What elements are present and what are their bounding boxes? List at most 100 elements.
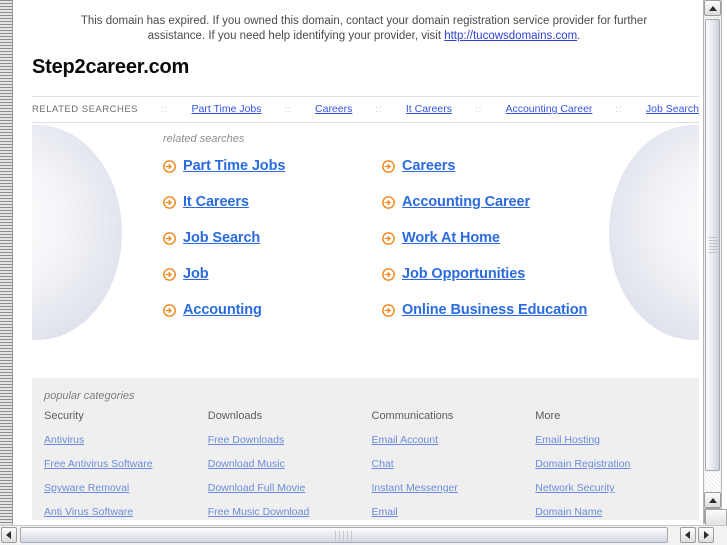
nav-link-it-careers[interactable]: It Careers	[406, 103, 452, 115]
list-item: Instant Messenger	[372, 478, 536, 496]
arrow-circle-right-icon	[382, 159, 395, 173]
related-searches-heading: related searches	[163, 133, 245, 145]
related-searches-nav: RELATED SEARCHES :: Part Time Jobs :: Ca…	[32, 96, 699, 123]
vertical-scrollbar-thumb[interactable]	[705, 19, 720, 471]
category-link[interactable]: Antivirus	[44, 434, 84, 446]
category-link[interactable]: Instant Messenger	[372, 482, 458, 494]
related-search-link[interactable]: Work At Home	[402, 230, 500, 246]
scrollbar-corner-tab	[705, 509, 727, 526]
list-item: Email Account	[372, 430, 536, 448]
scroll-right-button[interactable]	[698, 527, 714, 543]
scroll-left-button[interactable]	[1, 527, 17, 543]
vertical-scrollbar-trough[interactable]	[705, 472, 720, 494]
related-search-link[interactable]: Part Time Jobs	[183, 158, 285, 174]
nav-link-careers[interactable]: Careers	[315, 103, 352, 115]
related-search-item[interactable]: Work At Home	[382, 230, 699, 246]
list-item: Antivirus	[44, 430, 208, 448]
popular-categories-columns: Security Antivirus Free Antivirus Softwa…	[32, 410, 699, 520]
related-search-link[interactable]: Job Opportunities	[402, 266, 525, 282]
category-link[interactable]: Domain Name	[535, 506, 602, 518]
list-item: Anti Virus Software	[44, 502, 208, 520]
scroll-up-arrow-icon	[708, 6, 717, 11]
related-search-item[interactable]: Job Opportunities	[382, 266, 699, 282]
nav-separator: ::	[475, 104, 483, 114]
expiry-notice-text-after: .	[577, 30, 581, 42]
decorative-orb-left	[32, 125, 122, 340]
list-item: Free Downloads	[208, 430, 372, 448]
category-column-title: Communications	[371, 410, 454, 422]
related-search-link[interactable]: It Careers	[183, 194, 249, 210]
list-item: Network Security	[535, 478, 699, 496]
category-link[interactable]: Download Music	[208, 458, 285, 470]
category-link[interactable]: Spyware Removal	[44, 482, 129, 494]
arrow-circle-right-icon	[163, 195, 176, 209]
nav-separator: ::	[375, 104, 383, 114]
category-column-downloads: Downloads Free Downloads Download Music …	[208, 410, 372, 520]
category-column-communications: Communications Email Account Chat Instan…	[372, 410, 536, 520]
related-search-link[interactable]: Accounting	[183, 302, 262, 318]
vertical-scrollbar[interactable]	[703, 0, 722, 524]
category-link[interactable]: Email	[372, 506, 398, 518]
category-link-list: Email Hosting Domain Registration Networ…	[535, 430, 699, 520]
arrow-circle-right-icon	[382, 267, 395, 281]
page-title: Step2career.com	[32, 56, 190, 78]
popular-categories-heading: popular categories	[44, 390, 135, 402]
category-link[interactable]: Network Security	[535, 482, 614, 494]
category-link-list: Free Downloads Download Music Download F…	[208, 430, 372, 520]
scroll-up-button[interactable]	[704, 0, 721, 16]
category-link[interactable]: Free Antivirus Software	[44, 458, 153, 470]
related-search-item[interactable]: Online Business Education	[382, 302, 699, 318]
related-searches-section: related searches Part Time Jobs Careers	[32, 123, 699, 348]
horizontal-scrollbar-thumb[interactable]	[20, 527, 668, 543]
related-search-link[interactable]: Online Business Education	[402, 302, 587, 318]
related-search-item[interactable]: It Careers	[163, 194, 382, 210]
scroll-up-button-secondary[interactable]	[704, 492, 721, 508]
scroll-up-arrow-icon	[708, 498, 717, 503]
list-item: Domain Name	[535, 502, 699, 520]
category-link-list: Email Account Chat Instant Messenger Ema…	[372, 430, 536, 520]
related-search-item[interactable]: Careers	[382, 158, 699, 174]
list-item: Free Antivirus Software	[44, 454, 208, 472]
nav-link-part-time-jobs[interactable]: Part Time Jobs	[192, 103, 262, 115]
related-search-link[interactable]: Accounting Career	[402, 194, 530, 210]
related-search-item[interactable]: Job Search	[163, 230, 382, 246]
arrow-circle-right-icon	[382, 303, 395, 317]
category-link[interactable]: Free Music Download	[208, 506, 310, 518]
category-link-list: Antivirus Free Antivirus Software Spywar…	[44, 430, 208, 520]
nav-separator: ::	[284, 104, 292, 114]
arrow-circle-right-icon	[163, 267, 176, 281]
category-link[interactable]: Domain Registration	[535, 458, 630, 470]
scroll-left-button-secondary[interactable]	[680, 527, 696, 543]
nav-link-accounting-career[interactable]: Accounting Career	[505, 103, 592, 115]
category-link[interactable]: Download Full Movie	[208, 482, 305, 494]
arrow-circle-right-icon	[382, 231, 395, 245]
list-item: Download Full Movie	[208, 478, 372, 496]
tucowsdomains-link[interactable]: http://tucowsdomains.com	[444, 30, 577, 42]
related-search-link[interactable]: Job	[183, 266, 209, 282]
list-item: Spyware Removal	[44, 478, 208, 496]
window-left-edge-texture	[0, 0, 13, 528]
arrow-circle-right-icon	[163, 231, 176, 245]
category-link[interactable]: Anti Virus Software	[44, 506, 133, 518]
category-column-security: Security Antivirus Free Antivirus Softwa…	[44, 410, 208, 520]
nav-link-job-search[interactable]: Job Search	[646, 103, 699, 115]
related-search-link[interactable]: Job Search	[183, 230, 260, 246]
category-link[interactable]: Chat	[372, 458, 394, 470]
related-searches-grid: Part Time Jobs Careers It Careers Accoun…	[163, 158, 699, 318]
list-item: Free Music Download	[208, 502, 372, 520]
arrow-circle-right-icon	[163, 303, 176, 317]
related-search-link[interactable]: Careers	[402, 158, 455, 174]
category-column-more: More Email Hosting Domain Registration N…	[535, 410, 699, 520]
related-search-item[interactable]: Accounting Career	[382, 194, 699, 210]
horizontal-scrollbar[interactable]	[0, 525, 727, 545]
list-item: Download Music	[208, 454, 372, 472]
related-search-item[interactable]: Job	[163, 266, 382, 282]
category-link[interactable]: Free Downloads	[208, 434, 284, 446]
category-link[interactable]: Email Hosting	[535, 434, 600, 446]
browser-window: This domain has expired. If you owned th…	[0, 0, 727, 545]
list-item: Email Hosting	[535, 430, 699, 448]
category-link[interactable]: Email Account	[372, 434, 439, 446]
related-search-item[interactable]: Accounting	[163, 302, 382, 318]
category-column-title: Security	[44, 410, 84, 422]
related-search-item[interactable]: Part Time Jobs	[163, 158, 382, 174]
